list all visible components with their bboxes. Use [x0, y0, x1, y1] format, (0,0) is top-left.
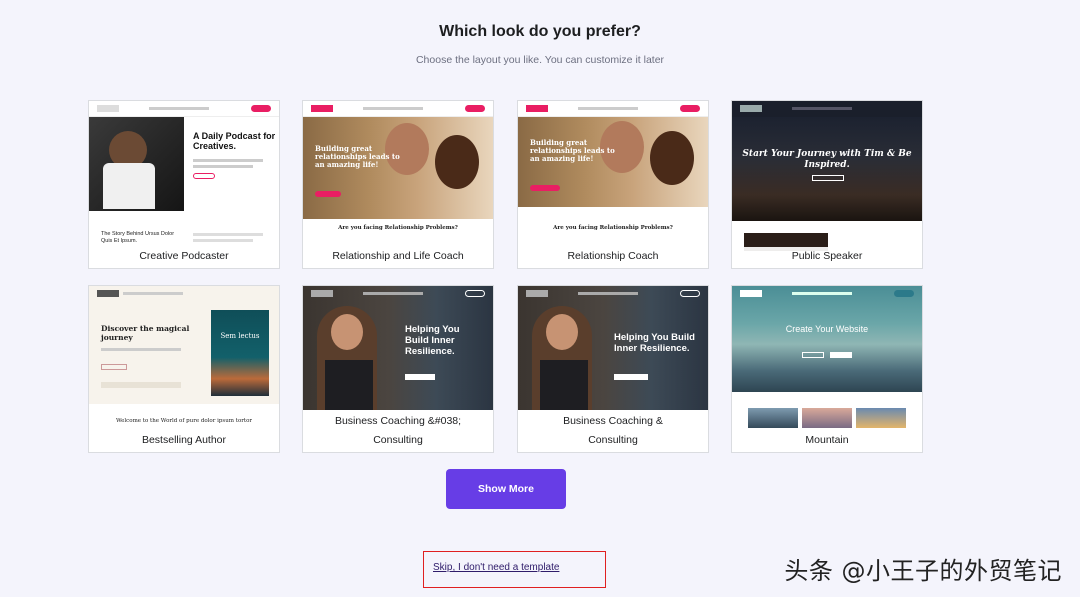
template-card-relationship-and-life-coach[interactable]: Building great relationships leads to an… [302, 100, 494, 269]
template-thumbnail: Building great relationships leads to an… [518, 101, 708, 251]
template-card-bestselling-author[interactable]: Discover the magical journey Sem lectus … [88, 285, 280, 453]
thumb-subtitle: The Story Behind Ursus Dolor Quis Et Ips… [101, 231, 175, 244]
thumb-title: Create Your Website [785, 324, 869, 334]
template-thumbnail: Start Your Journey with Tim & Be Inspire… [732, 101, 922, 251]
template-name-line1: Business Coaching & [524, 412, 702, 430]
template-name: Mountain [738, 431, 916, 449]
template-name: Relationship and Life Coach [309, 247, 487, 265]
skip-template-link[interactable]: Skip, I don't need a template [433, 562, 559, 573]
template-thumbnail: Helping You Build Inner Resilience. [303, 286, 493, 410]
template-card-business-coaching-consulting-1[interactable]: Helping You Build Inner Resilience. Busi… [302, 285, 494, 453]
template-card-public-speaker[interactable]: Start Your Journey with Tim & Be Inspire… [731, 100, 923, 269]
thumb-subtitle: Are you facing Relationship Problems? [553, 225, 673, 231]
page-title: Which look do you prefer? [439, 23, 641, 40]
template-card-mountain[interactable]: Create Your Website Mountain [731, 285, 923, 453]
watermark-text: 头条 @小王子的外贸笔记 [784, 557, 1062, 585]
template-name: Bestselling Author [95, 431, 273, 449]
template-name: Public Speaker [738, 247, 916, 265]
template-card-creative-podcaster[interactable]: A Daily Podcast for Creatives. The Story… [88, 100, 280, 269]
template-card-business-coaching-consulting-2[interactable]: Helping You Build Inner Resilience. Busi… [517, 285, 709, 453]
thumb-book-title: Sem lectus [220, 332, 260, 340]
template-name: Relationship Coach [524, 247, 702, 265]
template-thumbnail: Create Your Website [732, 286, 922, 436]
thumb-title: Building great relationships leads to an… [315, 144, 400, 169]
template-thumbnail: Helping You Build Inner Resilience. [518, 286, 708, 410]
thumb-title: Building great relationships leads to an… [530, 138, 615, 163]
template-thumbnail: Building great relationships leads to an… [303, 101, 493, 251]
thumb-subtitle: Are you facing Relationship Problems? [338, 225, 458, 231]
template-name-line2: Consulting [309, 431, 487, 449]
template-name: Creative Podcaster [95, 247, 273, 265]
thumb-title: Helping You Build Inner Resilience. [405, 324, 460, 357]
template-name-line2: Consulting [524, 431, 702, 449]
template-thumbnail: Discover the magical journey Sem lectus … [89, 286, 279, 436]
template-thumbnail: A Daily Podcast for Creatives. The Story… [89, 101, 279, 251]
template-name-line1: Business Coaching &#038; [309, 412, 487, 430]
page-subtitle: Choose the layout you like. You can cust… [415, 54, 665, 66]
thumb-subtitle: Welcome to the World of pure dolor ipsum… [115, 418, 253, 424]
thumb-title: Helping You Build Inner Resilience. [614, 332, 695, 354]
template-card-relationship-coach[interactable]: Building great relationships leads to an… [517, 100, 709, 269]
thumb-title: A Daily Podcast for Creatives. [193, 131, 276, 151]
thumb-title: Discover the magical journey [101, 324, 190, 342]
thumb-title: Start Your Journey with Tim & Be Inspire… [742, 149, 912, 170]
show-more-button[interactable]: Show More [446, 469, 566, 509]
